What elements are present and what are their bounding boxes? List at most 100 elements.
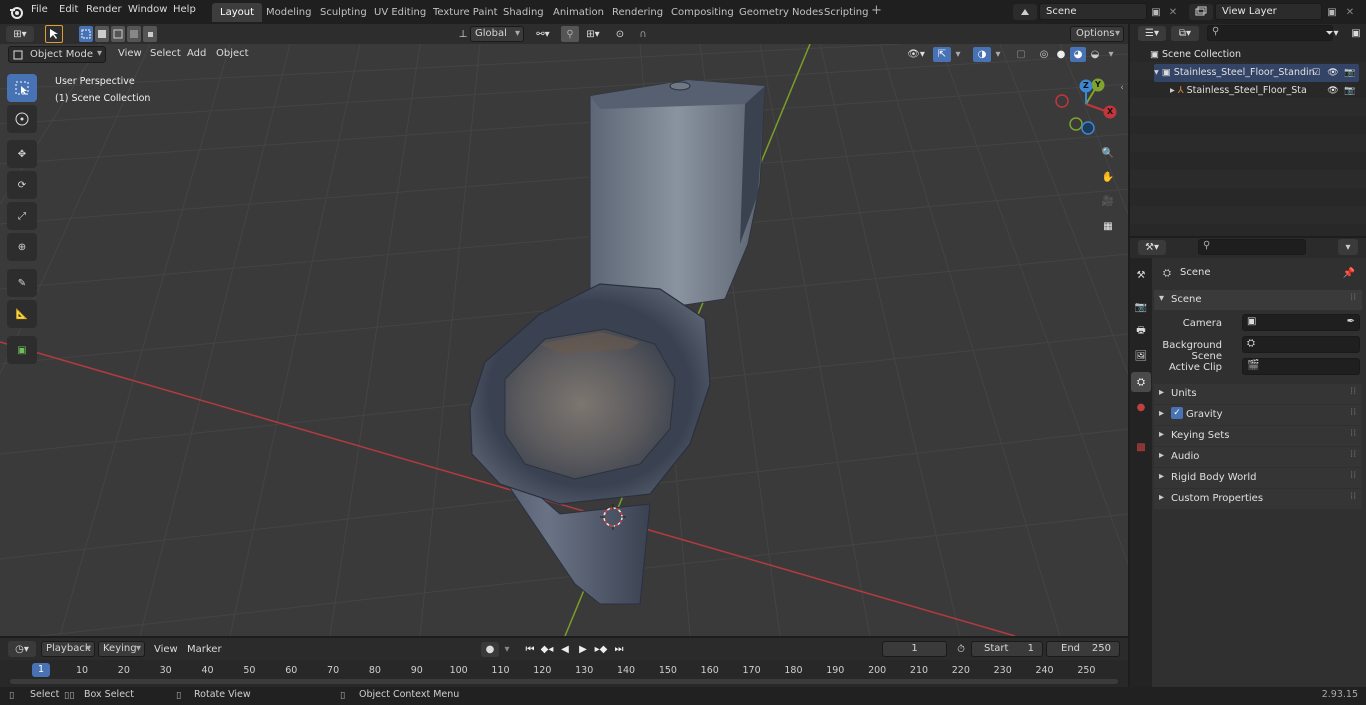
scene-collection-row[interactable]: ▣ Scene Collection <box>1150 46 1360 64</box>
menu-window[interactable]: Window <box>128 4 167 15</box>
zoom-icon[interactable]: 🔍 <box>1098 143 1118 163</box>
viewport-menu-select[interactable]: Select <box>146 46 185 62</box>
properties-search-input[interactable]: ⚲ <box>1198 239 1306 255</box>
mode-dropdown[interactable]: Object Mode ▾ <box>8 46 106 63</box>
display-mode-icon[interactable]: ⧉▾ <box>1171 26 1199 41</box>
gizmo-dropdown-icon[interactable]: ▾ <box>952 47 964 62</box>
viewport-menu-view[interactable]: View <box>114 46 146 62</box>
blender-logo-icon[interactable] <box>8 4 24 20</box>
next-keyframe-icon[interactable]: ▸◆ <box>593 642 609 657</box>
view-layer-field[interactable]: View Layer <box>1215 3 1322 20</box>
material-shading-icon[interactable]: ◕ <box>1070 47 1086 62</box>
pivot-icon[interactable]: ⚯▾ <box>530 26 556 42</box>
new-view-layer-icon[interactable]: ▣ <box>1324 4 1340 20</box>
overlay-dropdown-icon[interactable]: ▾ <box>992 47 1004 62</box>
select-mode-subtract-icon[interactable] <box>111 26 125 42</box>
tab-modeling[interactable]: Modeling <box>258 3 320 22</box>
custom-properties-panel-header[interactable]: ▸ Custom Properties ⁞⁞ <box>1154 489 1362 509</box>
drag-handle-icon[interactable]: ⁞⁞ <box>1350 491 1356 502</box>
drag-handle-icon[interactable]: ⁞⁞ <box>1350 386 1356 397</box>
outliner-item-empty[interactable]: ▸ ⅄ Stainless_Steel_Floor_Sta <box>1170 82 1308 100</box>
viewport-menu-object[interactable]: Object <box>212 46 253 62</box>
tab-scripting[interactable]: Scripting <box>816 3 876 22</box>
menu-file[interactable]: File <box>31 4 48 15</box>
close-scene-icon[interactable]: ✕ <box>1166 4 1180 20</box>
playhead-frame-badge[interactable]: 1 <box>32 663 50 677</box>
playback-menu[interactable]: Playback ▾ <box>41 641 95 657</box>
world-tab-icon[interactable]: ● <box>1133 398 1149 416</box>
prev-keyframe-icon[interactable]: ◆◂ <box>539 642 555 657</box>
rigid-body-panel-header[interactable]: ▸ Rigid Body World ⁞⁞ <box>1154 468 1362 488</box>
wireframe-shading-icon[interactable]: ◎ <box>1036 47 1052 62</box>
render-tab-icon[interactable]: 📷 <box>1133 298 1149 316</box>
tab-texture-paint[interactable]: Texture Paint <box>425 3 506 22</box>
current-frame-field[interactable]: 1 <box>882 641 947 657</box>
jump-start-icon[interactable]: ⏮ <box>522 642 538 657</box>
tab-compositing[interactable]: Compositing <box>663 3 742 22</box>
start-frame-field[interactable]: Start 1 <box>971 641 1043 657</box>
tab-layout[interactable]: Layout <box>212 3 262 22</box>
viewport-menu-add[interactable]: Add <box>183 46 210 62</box>
menu-render[interactable]: Render <box>86 4 122 15</box>
audio-panel-header[interactable]: ▸ Audio ⁞⁞ <box>1154 447 1362 467</box>
timeline-menu-marker[interactable]: Marker <box>183 642 226 658</box>
filter-icon[interactable]: ⏷▾ <box>1320 26 1344 41</box>
proportional-edit-icon[interactable]: ⊙ <box>612 26 628 42</box>
view-layer-icon[interactable] <box>1189 4 1213 20</box>
scene-icon[interactable] <box>1013 4 1037 20</box>
checkbox-icon[interactable]: ☑ <box>1310 66 1322 80</box>
select-mode-new-icon[interactable] <box>79 26 93 42</box>
measure-tool-icon[interactable]: 📐 <box>7 300 37 328</box>
properties-editor-icon[interactable]: ⚒▾ <box>1138 240 1166 255</box>
snap-icon[interactable]: ⚲ <box>561 26 579 42</box>
gizmo-toggle-icon[interactable]: ⇱ <box>933 47 951 62</box>
visibility-icon[interactable]: 👁▾ <box>902 47 930 62</box>
tab-uv-editing[interactable]: UV Editing <box>366 3 434 22</box>
tab-animation[interactable]: Animation <box>545 3 612 22</box>
keying-sets-panel-header[interactable]: ▸ Keying Sets ⁞⁞ <box>1154 426 1362 446</box>
pan-hand-icon[interactable]: ✋ <box>1098 167 1118 187</box>
eyedropper-icon[interactable]: ✒ <box>1347 316 1355 327</box>
falloff-icon[interactable]: ∩ <box>630 26 656 42</box>
tool-tab-icon[interactable]: ⚒ <box>1133 266 1149 284</box>
jump-end-icon[interactable]: ⏭ <box>611 642 627 657</box>
orientation-dropdown[interactable]: Global ▾ <box>470 26 524 42</box>
timeline-editor-icon[interactable]: ◷▾ <box>8 641 36 657</box>
drag-handle-icon[interactable]: ⁞⁞ <box>1350 470 1356 481</box>
cursor-tool-icon[interactable] <box>7 105 37 133</box>
play-icon[interactable]: ▶ <box>575 642 591 657</box>
gravity-checkbox[interactable]: ✓ <box>1171 407 1183 419</box>
drag-handle-icon[interactable]: ⁞⁞ <box>1350 428 1356 439</box>
add-cube-tool-icon[interactable]: ▣ <box>7 336 37 364</box>
texture-tab-icon[interactable]: ▩ <box>1133 438 1149 456</box>
new-scene-icon[interactable]: ▣ <box>1148 4 1164 20</box>
3d-viewport[interactable]: Z Y X Object Mode ▾ View Select Add Obje… <box>0 44 1128 636</box>
view-layer-tab-icon[interactable]: 🖼 <box>1133 347 1149 365</box>
tab-rendering[interactable]: Rendering <box>604 3 671 22</box>
tab-shading[interactable]: Shading <box>495 3 552 22</box>
outliner-editor-icon[interactable]: ☰▾ <box>1138 26 1166 41</box>
close-view-layer-icon[interactable]: ✕ <box>1343 4 1357 20</box>
select-mode-extend-icon[interactable] <box>95 26 109 42</box>
output-tab-icon[interactable]: 🖶 <box>1133 322 1149 340</box>
camera-field[interactable]: ▣ ✒ <box>1242 314 1360 331</box>
camera-icon[interactable]: 📷 <box>1344 84 1356 98</box>
keying-menu[interactable]: Keying ▾ <box>98 641 145 657</box>
select-box-tool-icon[interactable] <box>7 74 37 102</box>
xray-icon[interactable]: ▢ <box>1013 47 1029 62</box>
orientation-icon[interactable]: ⊥ <box>455 26 471 42</box>
drag-handle-icon[interactable]: ⁞⁞ <box>1350 292 1356 303</box>
drag-handle-icon[interactable]: ⁞⁞ <box>1350 449 1356 460</box>
solid-shading-icon[interactable]: ● <box>1053 47 1069 62</box>
timeline-scrollbar[interactable] <box>10 679 1118 684</box>
select-mode-invert-icon[interactable] <box>127 26 141 42</box>
options-dropdown[interactable]: Options ▾ <box>1070 26 1124 42</box>
annotate-tool-icon[interactable]: ✎ <box>7 269 37 297</box>
end-frame-field[interactable]: End 250 <box>1046 641 1120 657</box>
overlay-toggle-icon[interactable]: ◑ <box>973 47 991 62</box>
active-clip-field[interactable]: 🎬 <box>1242 358 1360 375</box>
grid-perspective-icon[interactable]: ▦ <box>1098 216 1118 236</box>
eye-icon[interactable]: 👁 <box>1327 66 1339 80</box>
select-tool-icon[interactable] <box>45 25 63 43</box>
record-options-icon[interactable]: ▾ <box>500 642 514 657</box>
